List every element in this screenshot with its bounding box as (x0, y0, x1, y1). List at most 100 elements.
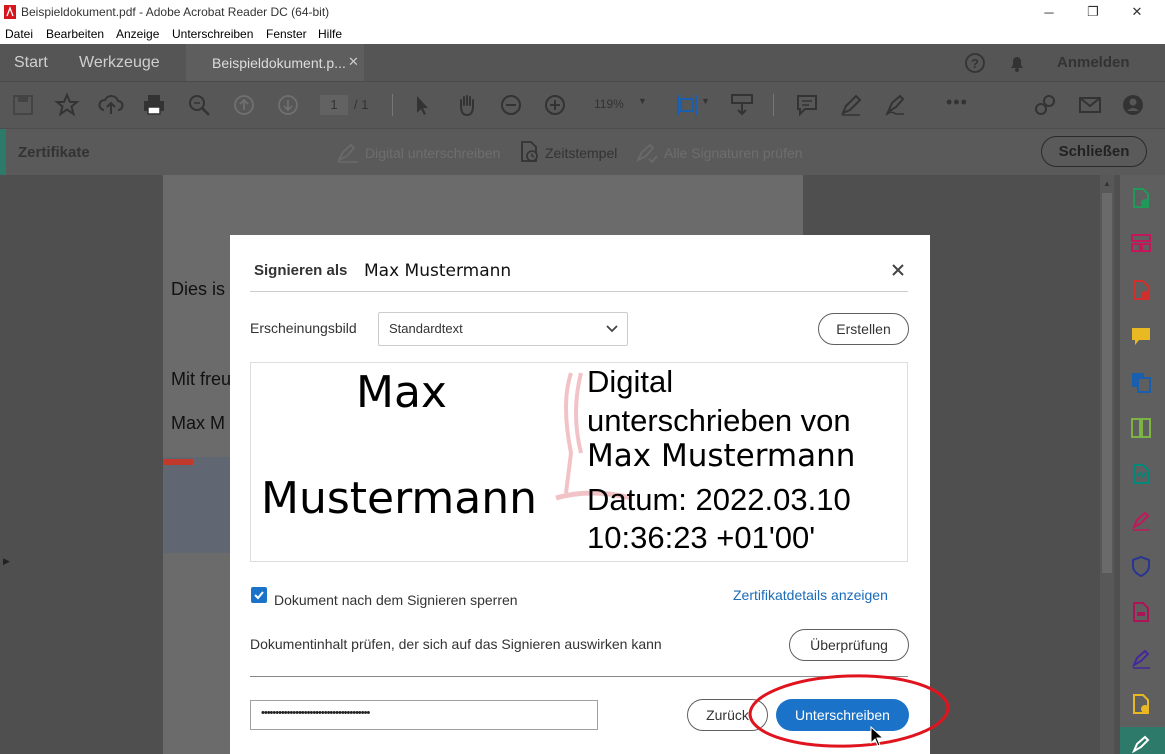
fill-sign-icon[interactable] (1130, 509, 1152, 531)
request-signature-icon[interactable] (1130, 647, 1152, 669)
digital-sign-icon (336, 143, 358, 163)
toolbar-divider (773, 94, 774, 116)
verify-all-signatures-button[interactable]: Alle Signaturen prüfen (664, 145, 803, 161)
share-link-icon[interactable] (1032, 92, 1058, 118)
zoom-search-icon[interactable] (186, 92, 212, 118)
protect-shield-icon[interactable] (1130, 555, 1152, 577)
add-user-icon[interactable] (1121, 92, 1147, 118)
appearance-select[interactable]: Standardtext (378, 312, 628, 346)
certificates-bar: Zertifikate Digital unterschreiben Zeits… (0, 128, 1165, 176)
signature-field[interactable] (163, 457, 233, 553)
tab-werkzeuge[interactable]: Werkzeuge (79, 44, 160, 81)
document-text-line: Max M (171, 413, 225, 433)
highlight-pen-icon[interactable] (838, 92, 864, 118)
review-button[interactable]: Überprüfung (789, 629, 909, 661)
timestamp-icon (521, 141, 538, 162)
zoom-level[interactable]: 119% (594, 97, 624, 111)
page-total: / 1 (354, 97, 369, 112)
preview-line: Max Mustermann (587, 438, 856, 474)
menu-datei[interactable]: Datei (5, 27, 33, 41)
preview-name-first: Max (356, 367, 447, 418)
chevron-down-icon (606, 325, 618, 333)
compare-files-icon[interactable] (1130, 417, 1152, 439)
title-bar: Beispieldokument.pdf - Adobe Acrobat Rea… (0, 0, 1165, 24)
close-window-button[interactable]: ✕ (1114, 0, 1160, 24)
signature-preview: Max Mustermann Digital unterschrieben vo… (250, 362, 908, 562)
mail-icon[interactable] (1077, 92, 1103, 118)
tab-bar: Start Werkzeuge Beispieldokument.p... ✕ … (0, 44, 1165, 81)
print-icon[interactable] (141, 92, 167, 118)
redact-icon[interactable] (1130, 601, 1152, 623)
tab-close-icon[interactable]: ✕ (348, 54, 359, 70)
tab-document-label: Beispieldokument.p... (212, 54, 346, 71)
preview-line: Datum: 2022.03.10 (587, 482, 851, 517)
zoom-in-icon[interactable] (542, 92, 568, 118)
save-icon[interactable] (10, 92, 36, 118)
menu-hilfe[interactable]: Hilfe (318, 27, 342, 41)
document-text-line: Dies is (171, 279, 226, 299)
next-page-icon[interactable] (275, 92, 301, 118)
sign-pen-icon[interactable] (882, 92, 908, 118)
scroll-mode-icon[interactable] (729, 92, 755, 118)
password-value: •••••••••••••••••••••••••••••••••••••• (261, 707, 370, 719)
combine-files-icon[interactable] (1130, 371, 1152, 393)
menu-bearbeiten[interactable]: Bearbeiten (46, 27, 104, 41)
preview-line: 10:36:23 +01'00' (587, 520, 816, 555)
lock-document-label[interactable]: Dokument nach dem Signieren sperren (274, 592, 518, 608)
certificates-tool-icon (1132, 735, 1150, 753)
certificates-accent (0, 129, 6, 176)
prev-page-icon[interactable] (231, 92, 257, 118)
fit-dropdown-icon[interactable]: ▼ (701, 96, 710, 106)
comment-tool-icon[interactable] (1130, 325, 1152, 347)
page-number-input[interactable]: 1 (320, 95, 348, 115)
preview-name-last: Mustermann (261, 473, 538, 524)
close-certificates-button[interactable]: Schließen (1041, 136, 1147, 167)
digital-sign-button[interactable]: Digital unterschreiben (365, 145, 500, 161)
toolbar: 1 / 1 119% ▼ ▼ ••• (0, 81, 1165, 128)
certificate-details-link[interactable]: Zertifikatdetails anzeigen (733, 587, 888, 603)
fit-page-icon[interactable] (674, 92, 700, 118)
tab-start[interactable]: Start (14, 44, 48, 81)
comment-icon[interactable] (794, 92, 820, 118)
password-input[interactable]: •••••••••••••••••••••••••••••••••••••• (250, 700, 598, 730)
menu-anzeige[interactable]: Anzeige (116, 27, 159, 41)
scrollbar-thumb[interactable] (1102, 193, 1112, 573)
highlight-ellipse (748, 674, 950, 748)
zoom-dropdown-icon[interactable]: ▼ (638, 96, 647, 106)
timestamp-button[interactable]: Zeitstempel (545, 145, 617, 161)
certificate-doc-icon[interactable] (1130, 693, 1152, 715)
dialog-title-prefix: Signieren als (254, 262, 348, 279)
vertical-scrollbar[interactable]: ▲ (1100, 175, 1114, 754)
acrobat-app-icon (4, 5, 16, 19)
dialog-close-icon[interactable] (891, 263, 905, 277)
dialog-divider (250, 291, 908, 292)
tab-document[interactable]: Beispieldokument.p... ✕ (186, 44, 364, 81)
hand-tool-icon[interactable] (454, 92, 480, 118)
svg-text:?: ? (971, 56, 979, 71)
bookmark-star-icon[interactable] (54, 92, 80, 118)
left-panel-toggle-icon[interactable]: ▶ (3, 556, 10, 567)
export-pdf-icon[interactable] (1130, 187, 1152, 209)
menu-unterschreiben[interactable]: Unterschreiben (172, 27, 253, 41)
organize-pages-icon[interactable] (1130, 232, 1152, 254)
active-tool-certificates[interactable] (1120, 727, 1165, 754)
create-pdf-icon[interactable] (1130, 279, 1152, 301)
checkmark-icon (254, 591, 264, 600)
minimize-button[interactable]: ─ (1026, 0, 1072, 24)
select-cursor-icon[interactable] (409, 92, 435, 118)
restore-button[interactable]: ❐ (1070, 0, 1116, 24)
scroll-up-icon[interactable]: ▲ (1103, 179, 1111, 188)
menu-fenster[interactable]: Fenster (266, 27, 307, 41)
signature-field-tag (163, 459, 193, 465)
toolbar-divider (392, 94, 393, 116)
more-tools-icon[interactable]: ••• (946, 92, 968, 113)
zoom-out-icon[interactable] (498, 92, 524, 118)
bell-icon[interactable] (1007, 53, 1027, 73)
help-icon[interactable]: ? (964, 52, 986, 74)
login-button[interactable]: Anmelden (1057, 54, 1130, 71)
scan-ocr-icon[interactable] (1130, 463, 1152, 485)
lock-document-checkbox[interactable] (251, 587, 267, 603)
upload-icon[interactable] (98, 92, 124, 118)
create-appearance-button[interactable]: Erstellen (818, 313, 909, 345)
right-tools-rail (1120, 175, 1165, 754)
